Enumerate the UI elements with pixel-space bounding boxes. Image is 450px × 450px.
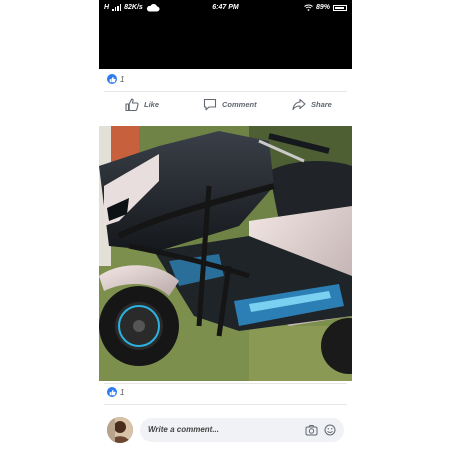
- camera-icon[interactable]: [305, 424, 318, 436]
- comment-composer: Write a comment...: [99, 412, 352, 448]
- phone-screen: H 82K/s 6:47 PM 89% 1 Like Comment Share…: [99, 0, 352, 450]
- thumbs-up-icon: [125, 98, 139, 111]
- post-photo[interactable]: [99, 126, 352, 381]
- divider: [104, 404, 347, 405]
- reaction-summary-footer[interactable]: 1: [107, 387, 124, 397]
- status-bar: H 82K/s 6:47 PM 89%: [99, 0, 352, 16]
- divider: [104, 91, 347, 92]
- emoji-icon[interactable]: [324, 424, 336, 436]
- divider: [104, 383, 347, 384]
- like-reaction-icon: [107, 387, 117, 397]
- reaction-count: 1: [120, 387, 125, 397]
- share-button[interactable]: Share: [292, 98, 332, 111]
- motorcycle-photo: [99, 126, 352, 381]
- like-button[interactable]: Like: [125, 98, 159, 111]
- battery-icon: [333, 4, 347, 11]
- reaction-count: 1: [120, 74, 125, 84]
- like-reaction-icon: [107, 74, 117, 84]
- comment-bubble-icon: [203, 98, 217, 111]
- share-arrow-icon: [292, 98, 306, 111]
- avatar[interactable]: [107, 417, 133, 443]
- comment-placeholder: Write a comment...: [148, 425, 219, 434]
- wifi-icon: [304, 4, 313, 11]
- status-right: 89%: [304, 4, 347, 11]
- like-label: Like: [144, 100, 160, 109]
- share-label: Share: [311, 100, 332, 109]
- post-actions: Like Comment Share: [99, 98, 352, 116]
- comment-input[interactable]: Write a comment...: [140, 418, 344, 442]
- comment-label: Comment: [222, 100, 257, 109]
- comment-button[interactable]: Comment: [203, 98, 257, 111]
- reaction-summary[interactable]: 1: [107, 74, 124, 84]
- battery-percent: 89%: [315, 4, 330, 11]
